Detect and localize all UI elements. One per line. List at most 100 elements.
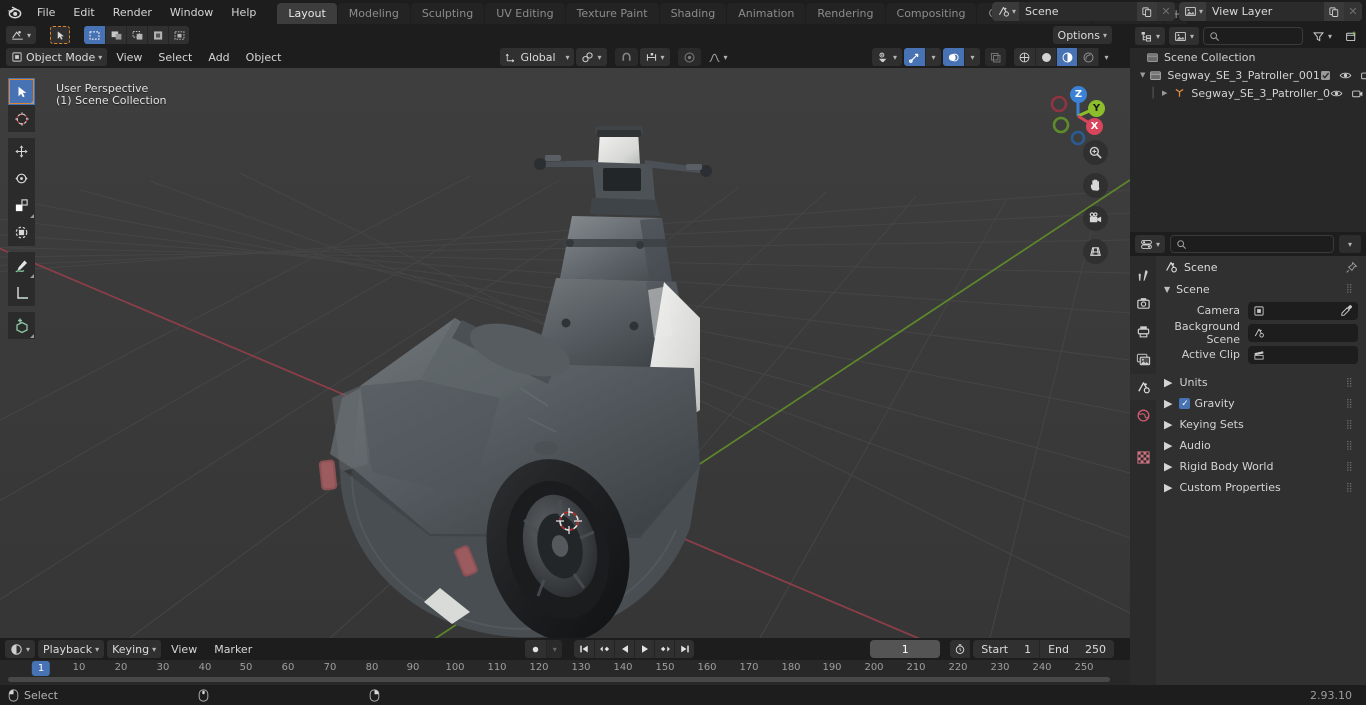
panel-expand-triangle-icon[interactable]: ▶ — [1164, 397, 1172, 410]
jump-start-icon[interactable] — [574, 640, 595, 658]
hand-pan-icon[interactable] — [1083, 173, 1108, 198]
tool-tweak-select[interactable] — [8, 78, 35, 105]
panel-expand-triangle-icon[interactable]: ▼ — [1164, 285, 1170, 294]
show-gizmo-icon[interactable] — [904, 48, 925, 66]
tab-animation[interactable]: Animation — [727, 3, 806, 24]
end-frame-field[interactable]: End 250 — [1039, 640, 1114, 658]
rendered-shading-icon[interactable] — [1077, 48, 1098, 66]
prev-keyframe-icon[interactable] — [594, 640, 615, 658]
playback-dropdown[interactable]: Playback ▾ — [38, 640, 105, 658]
editor-type-button[interactable]: ▾ — [6, 26, 37, 44]
scene-panel-header[interactable]: ▼ Scene ⣿ — [1156, 278, 1366, 300]
panel-drag-grip[interactable]: ⣿ — [1346, 462, 1358, 471]
keying-dropdown[interactable]: Keying ▾ — [107, 640, 162, 658]
eye-visibility-icon[interactable] — [1339, 69, 1352, 82]
playhead[interactable]: 1 — [31, 661, 51, 676]
outliner-display-mode-button[interactable]: ▾ — [1169, 27, 1200, 45]
tool-annotate[interactable] — [8, 252, 35, 279]
panel-drag-grip[interactable]: ⣿ — [1346, 285, 1358, 294]
tool-scale[interactable] — [8, 192, 35, 219]
menu-window[interactable]: Window — [161, 2, 222, 22]
show-overlays-icon[interactable] — [943, 48, 964, 66]
use-preview-range-icon[interactable] — [950, 640, 971, 658]
properties-tab-render[interactable] — [1130, 290, 1156, 316]
tab-compositing[interactable]: Compositing — [885, 3, 977, 24]
blender-logo-icon[interactable] — [0, 0, 28, 24]
new-view-layer-button[interactable] — [1324, 2, 1344, 21]
tab-shading[interactable]: Shading — [659, 3, 727, 24]
remove-view-layer-button[interactable]: ✕ — [1344, 2, 1362, 21]
play-icon[interactable] — [634, 640, 655, 658]
panel-drag-grip[interactable]: ⣿ — [1346, 420, 1358, 429]
panel-drag-grip[interactable]: ⣿ — [1346, 378, 1358, 387]
outliner-search-input[interactable] — [1203, 27, 1303, 45]
disclosure-triangle-icon[interactable]: ▶ — [1162, 89, 1167, 97]
transform-orientation-dropdown[interactable]: Global ▾ — [500, 48, 575, 66]
auto-keying-dropdown[interactable]: ▾ — [546, 640, 563, 658]
gizmo-dropdown[interactable]: ▾ — [925, 48, 941, 66]
outliner-editor-type-button[interactable]: ▾ — [1135, 27, 1166, 45]
panel-expand-triangle-icon[interactable]: ▶ — [1164, 439, 1172, 452]
pin-icon[interactable] — [1345, 261, 1358, 274]
panel-units[interactable]: ▶ Units ⣿ — [1156, 372, 1366, 393]
timeline-menu-view[interactable]: View — [164, 640, 204, 658]
visibility-dropdown[interactable]: ▾ — [871, 48, 902, 66]
object-mode-dropdown[interactable]: Object Mode ▾ — [6, 48, 108, 66]
scene-name-field[interactable]: Scene — [1018, 2, 1137, 21]
tool-measure[interactable] — [8, 279, 35, 306]
snap-pivot-button[interactable]: ▾ — [576, 48, 607, 66]
tool-rotate[interactable] — [8, 165, 35, 192]
scene-icon[interactable]: ▾ — [991, 2, 1019, 21]
solid-shading-icon[interactable] — [1035, 48, 1056, 66]
play-reverse-icon[interactable] — [614, 640, 635, 658]
start-frame-field[interactable]: Start 1 — [973, 640, 1039, 658]
checkbox-icon[interactable] — [1320, 70, 1331, 81]
overlay-dropdown[interactable]: ▾ — [964, 48, 980, 66]
properties-tab-world[interactable] — [1130, 402, 1156, 428]
menu-help[interactable]: Help — [222, 2, 265, 22]
panel-custom-properties[interactable]: ▶ Custom Properties ⣿ — [1156, 477, 1366, 498]
properties-tab-scene[interactable] — [1130, 374, 1156, 400]
outliner-row-scene-collection[interactable]: Scene Collection — [1130, 48, 1366, 66]
view-layer-icon[interactable]: ▾ — [1178, 2, 1206, 21]
tab-layout[interactable]: Layout — [277, 3, 337, 24]
tab-sculpting[interactable]: Sculpting — [410, 3, 485, 24]
shading-dropdown[interactable]: ▾ — [1098, 48, 1114, 66]
current-frame-field[interactable]: 1 — [870, 640, 941, 658]
panel-rigid-body-world[interactable]: ▶ Rigid Body World ⣿ — [1156, 456, 1366, 477]
tool-move[interactable] — [8, 138, 35, 165]
panel-expand-triangle-icon[interactable]: ▶ — [1164, 481, 1172, 494]
outliner-new-collection-icon[interactable] — [1341, 30, 1361, 43]
snap-magnet-icon[interactable] — [614, 48, 638, 66]
select-difference-icon[interactable] — [168, 26, 190, 44]
properties-options-dropdown[interactable]: ▾ — [1339, 235, 1361, 253]
panel-expand-triangle-icon[interactable]: ▶ — [1164, 460, 1172, 473]
properties-editor-type-button[interactable]: ▾ — [1135, 235, 1166, 253]
proportional-edit-icon[interactable] — [677, 48, 701, 66]
tab-texture-paint[interactable]: Texture Paint — [565, 3, 659, 24]
outliner-row-segway-object[interactable]: │ ▶ Segway_SE_3_Patroller_0 — [1130, 84, 1366, 102]
tab-uv-editing[interactable]: UV Editing — [485, 3, 565, 24]
menu-file[interactable]: File — [28, 2, 64, 22]
proportional-falloff-dropdown[interactable]: ▾ — [703, 48, 733, 66]
active-clip-field[interactable] — [1248, 345, 1358, 364]
properties-tab-tool[interactable] — [1130, 262, 1156, 288]
camera-field[interactable] — [1248, 301, 1358, 320]
navigation-gizmo[interactable]: Z Y X — [1042, 80, 1114, 152]
view-layer-name-field[interactable]: View Layer — [1206, 2, 1324, 21]
properties-tab-texture[interactable] — [1130, 444, 1156, 470]
xray-toggle-icon[interactable] — [985, 48, 1006, 66]
tab-modeling[interactable]: Modeling — [337, 3, 410, 24]
select-subtract-icon[interactable] — [126, 26, 148, 44]
panel-drag-grip[interactable]: ⣿ — [1346, 483, 1358, 492]
jump-end-icon[interactable] — [674, 640, 695, 658]
menu-edit[interactable]: Edit — [64, 2, 103, 22]
panel-gravity[interactable]: ▶ ✓ Gravity ⣿ — [1156, 393, 1366, 414]
eye-visibility-icon[interactable] — [1330, 87, 1343, 100]
gravity-checkbox[interactable]: ✓ — [1179, 398, 1191, 409]
active-tool-icon[interactable] — [50, 26, 71, 44]
timeline-menu-marker[interactable]: Marker — [207, 640, 259, 658]
panel-audio[interactable]: ▶ Audio ⣿ — [1156, 435, 1366, 456]
select-box-icon[interactable] — [84, 26, 106, 44]
viewport-menu-select[interactable]: Select — [151, 48, 199, 66]
